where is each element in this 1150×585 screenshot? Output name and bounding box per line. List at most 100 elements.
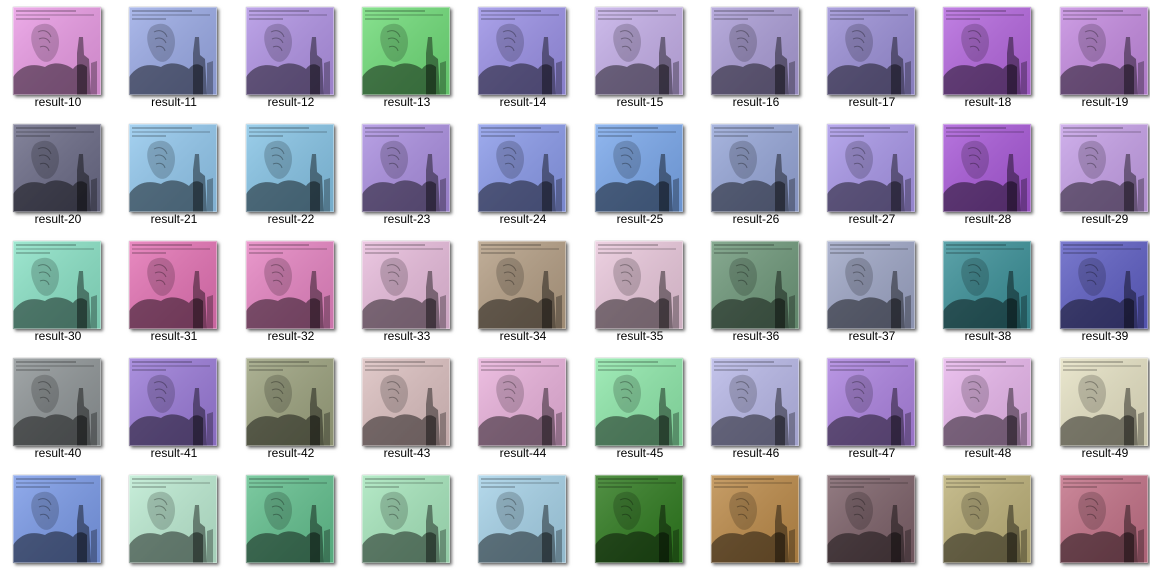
file-item[interactable]: result-45 [582, 351, 698, 468]
file-item[interactable]: result-22 [233, 117, 349, 234]
image-thumbnail-icon[interactable] [129, 358, 217, 446]
file-item[interactable]: result-33 [349, 234, 465, 351]
file-item[interactable]: result-10 [0, 0, 116, 117]
file-item[interactable]: result-28 [930, 117, 1046, 234]
file-item[interactable] [233, 468, 349, 585]
image-thumbnail-icon[interactable] [246, 124, 334, 212]
file-item[interactable]: result-41 [116, 351, 232, 468]
image-thumbnail-icon[interactable] [478, 475, 566, 563]
image-thumbnail-icon[interactable] [943, 475, 1031, 563]
file-item[interactable]: result-14 [465, 0, 581, 117]
file-item[interactable] [465, 468, 581, 585]
file-item[interactable]: result-30 [0, 234, 116, 351]
image-thumbnail-icon[interactable] [129, 241, 217, 329]
file-item[interactable]: result-43 [349, 351, 465, 468]
file-item[interactable]: result-34 [465, 234, 581, 351]
image-thumbnail-icon[interactable] [362, 7, 450, 95]
file-item[interactable] [0, 468, 116, 585]
image-thumbnail-icon[interactable] [1060, 241, 1148, 329]
image-thumbnail-icon[interactable] [478, 124, 566, 212]
file-item[interactable] [582, 468, 698, 585]
file-item[interactable]: result-42 [233, 351, 349, 468]
file-item[interactable]: result-49 [1047, 351, 1150, 468]
image-thumbnail-icon[interactable] [13, 7, 101, 95]
file-item[interactable]: result-32 [233, 234, 349, 351]
image-thumbnail-icon[interactable] [13, 475, 101, 563]
image-thumbnail-icon[interactable] [711, 124, 799, 212]
image-thumbnail-icon[interactable] [595, 241, 683, 329]
file-item[interactable] [349, 468, 465, 585]
file-item[interactable]: result-35 [582, 234, 698, 351]
file-item[interactable] [930, 468, 1046, 585]
image-thumbnail-icon[interactable] [827, 475, 915, 563]
file-item[interactable]: result-15 [582, 0, 698, 117]
file-item[interactable]: result-38 [930, 234, 1046, 351]
image-thumbnail-icon[interactable] [13, 124, 101, 212]
file-item[interactable]: result-48 [930, 351, 1046, 468]
image-thumbnail-icon[interactable] [362, 124, 450, 212]
image-thumbnail-icon[interactable] [478, 358, 566, 446]
image-thumbnail-icon[interactable] [362, 241, 450, 329]
file-item[interactable]: result-24 [465, 117, 581, 234]
image-thumbnail-icon[interactable] [1060, 124, 1148, 212]
file-item[interactable]: result-16 [698, 0, 814, 117]
file-item[interactable]: result-18 [930, 0, 1046, 117]
file-item[interactable]: result-26 [698, 117, 814, 234]
image-thumbnail-icon[interactable] [711, 475, 799, 563]
image-thumbnail-icon[interactable] [711, 358, 799, 446]
image-thumbnail-icon[interactable] [827, 358, 915, 446]
file-item[interactable] [1047, 468, 1150, 585]
image-thumbnail-icon[interactable] [129, 124, 217, 212]
image-thumbnail-icon[interactable] [827, 7, 915, 95]
file-item[interactable]: result-21 [116, 117, 232, 234]
image-thumbnail-icon[interactable] [711, 241, 799, 329]
image-thumbnail-icon[interactable] [827, 241, 915, 329]
image-thumbnail-icon[interactable] [943, 358, 1031, 446]
file-item[interactable]: result-36 [698, 234, 814, 351]
image-thumbnail-icon[interactable] [943, 241, 1031, 329]
image-thumbnail-icon[interactable] [1060, 7, 1148, 95]
file-item[interactable]: result-23 [349, 117, 465, 234]
image-thumbnail-icon[interactable] [943, 7, 1031, 95]
image-thumbnail-icon[interactable] [827, 124, 915, 212]
image-thumbnail-icon[interactable] [595, 124, 683, 212]
file-item[interactable]: result-40 [0, 351, 116, 468]
image-thumbnail-icon[interactable] [13, 358, 101, 446]
image-thumbnail-icon[interactable] [595, 358, 683, 446]
image-thumbnail-icon[interactable] [943, 124, 1031, 212]
image-thumbnail-icon[interactable] [246, 475, 334, 563]
image-thumbnail-icon[interactable] [478, 241, 566, 329]
file-item[interactable]: result-46 [698, 351, 814, 468]
file-item[interactable]: result-44 [465, 351, 581, 468]
image-thumbnail-icon[interactable] [1060, 475, 1148, 563]
image-thumbnail-icon[interactable] [129, 475, 217, 563]
image-thumbnail-icon[interactable] [362, 358, 450, 446]
file-item[interactable] [698, 468, 814, 585]
file-item[interactable] [814, 468, 930, 585]
file-item[interactable]: result-13 [349, 0, 465, 117]
image-thumbnail-icon[interactable] [595, 7, 683, 95]
image-thumbnail-icon[interactable] [246, 241, 334, 329]
file-item[interactable]: result-39 [1047, 234, 1150, 351]
file-item[interactable]: result-19 [1047, 0, 1150, 117]
file-item[interactable]: result-25 [582, 117, 698, 234]
file-item[interactable]: result-29 [1047, 117, 1150, 234]
file-item[interactable]: result-20 [0, 117, 116, 234]
image-thumbnail-icon[interactable] [711, 7, 799, 95]
image-thumbnail-icon[interactable] [595, 475, 683, 563]
file-item[interactable] [116, 468, 232, 585]
file-item[interactable]: result-27 [814, 117, 930, 234]
image-thumbnail-icon[interactable] [129, 7, 217, 95]
image-thumbnail-icon[interactable] [1060, 358, 1148, 446]
image-thumbnail-icon[interactable] [13, 241, 101, 329]
image-thumbnail-icon[interactable] [478, 7, 566, 95]
file-item[interactable]: result-11 [116, 0, 232, 117]
file-item[interactable]: result-47 [814, 351, 930, 468]
file-item[interactable]: result-12 [233, 0, 349, 117]
image-thumbnail-icon[interactable] [246, 7, 334, 95]
image-thumbnail-icon[interactable] [362, 475, 450, 563]
file-item[interactable]: result-17 [814, 0, 930, 117]
file-item[interactable]: result-37 [814, 234, 930, 351]
file-item[interactable]: result-31 [116, 234, 232, 351]
image-thumbnail-icon[interactable] [246, 358, 334, 446]
